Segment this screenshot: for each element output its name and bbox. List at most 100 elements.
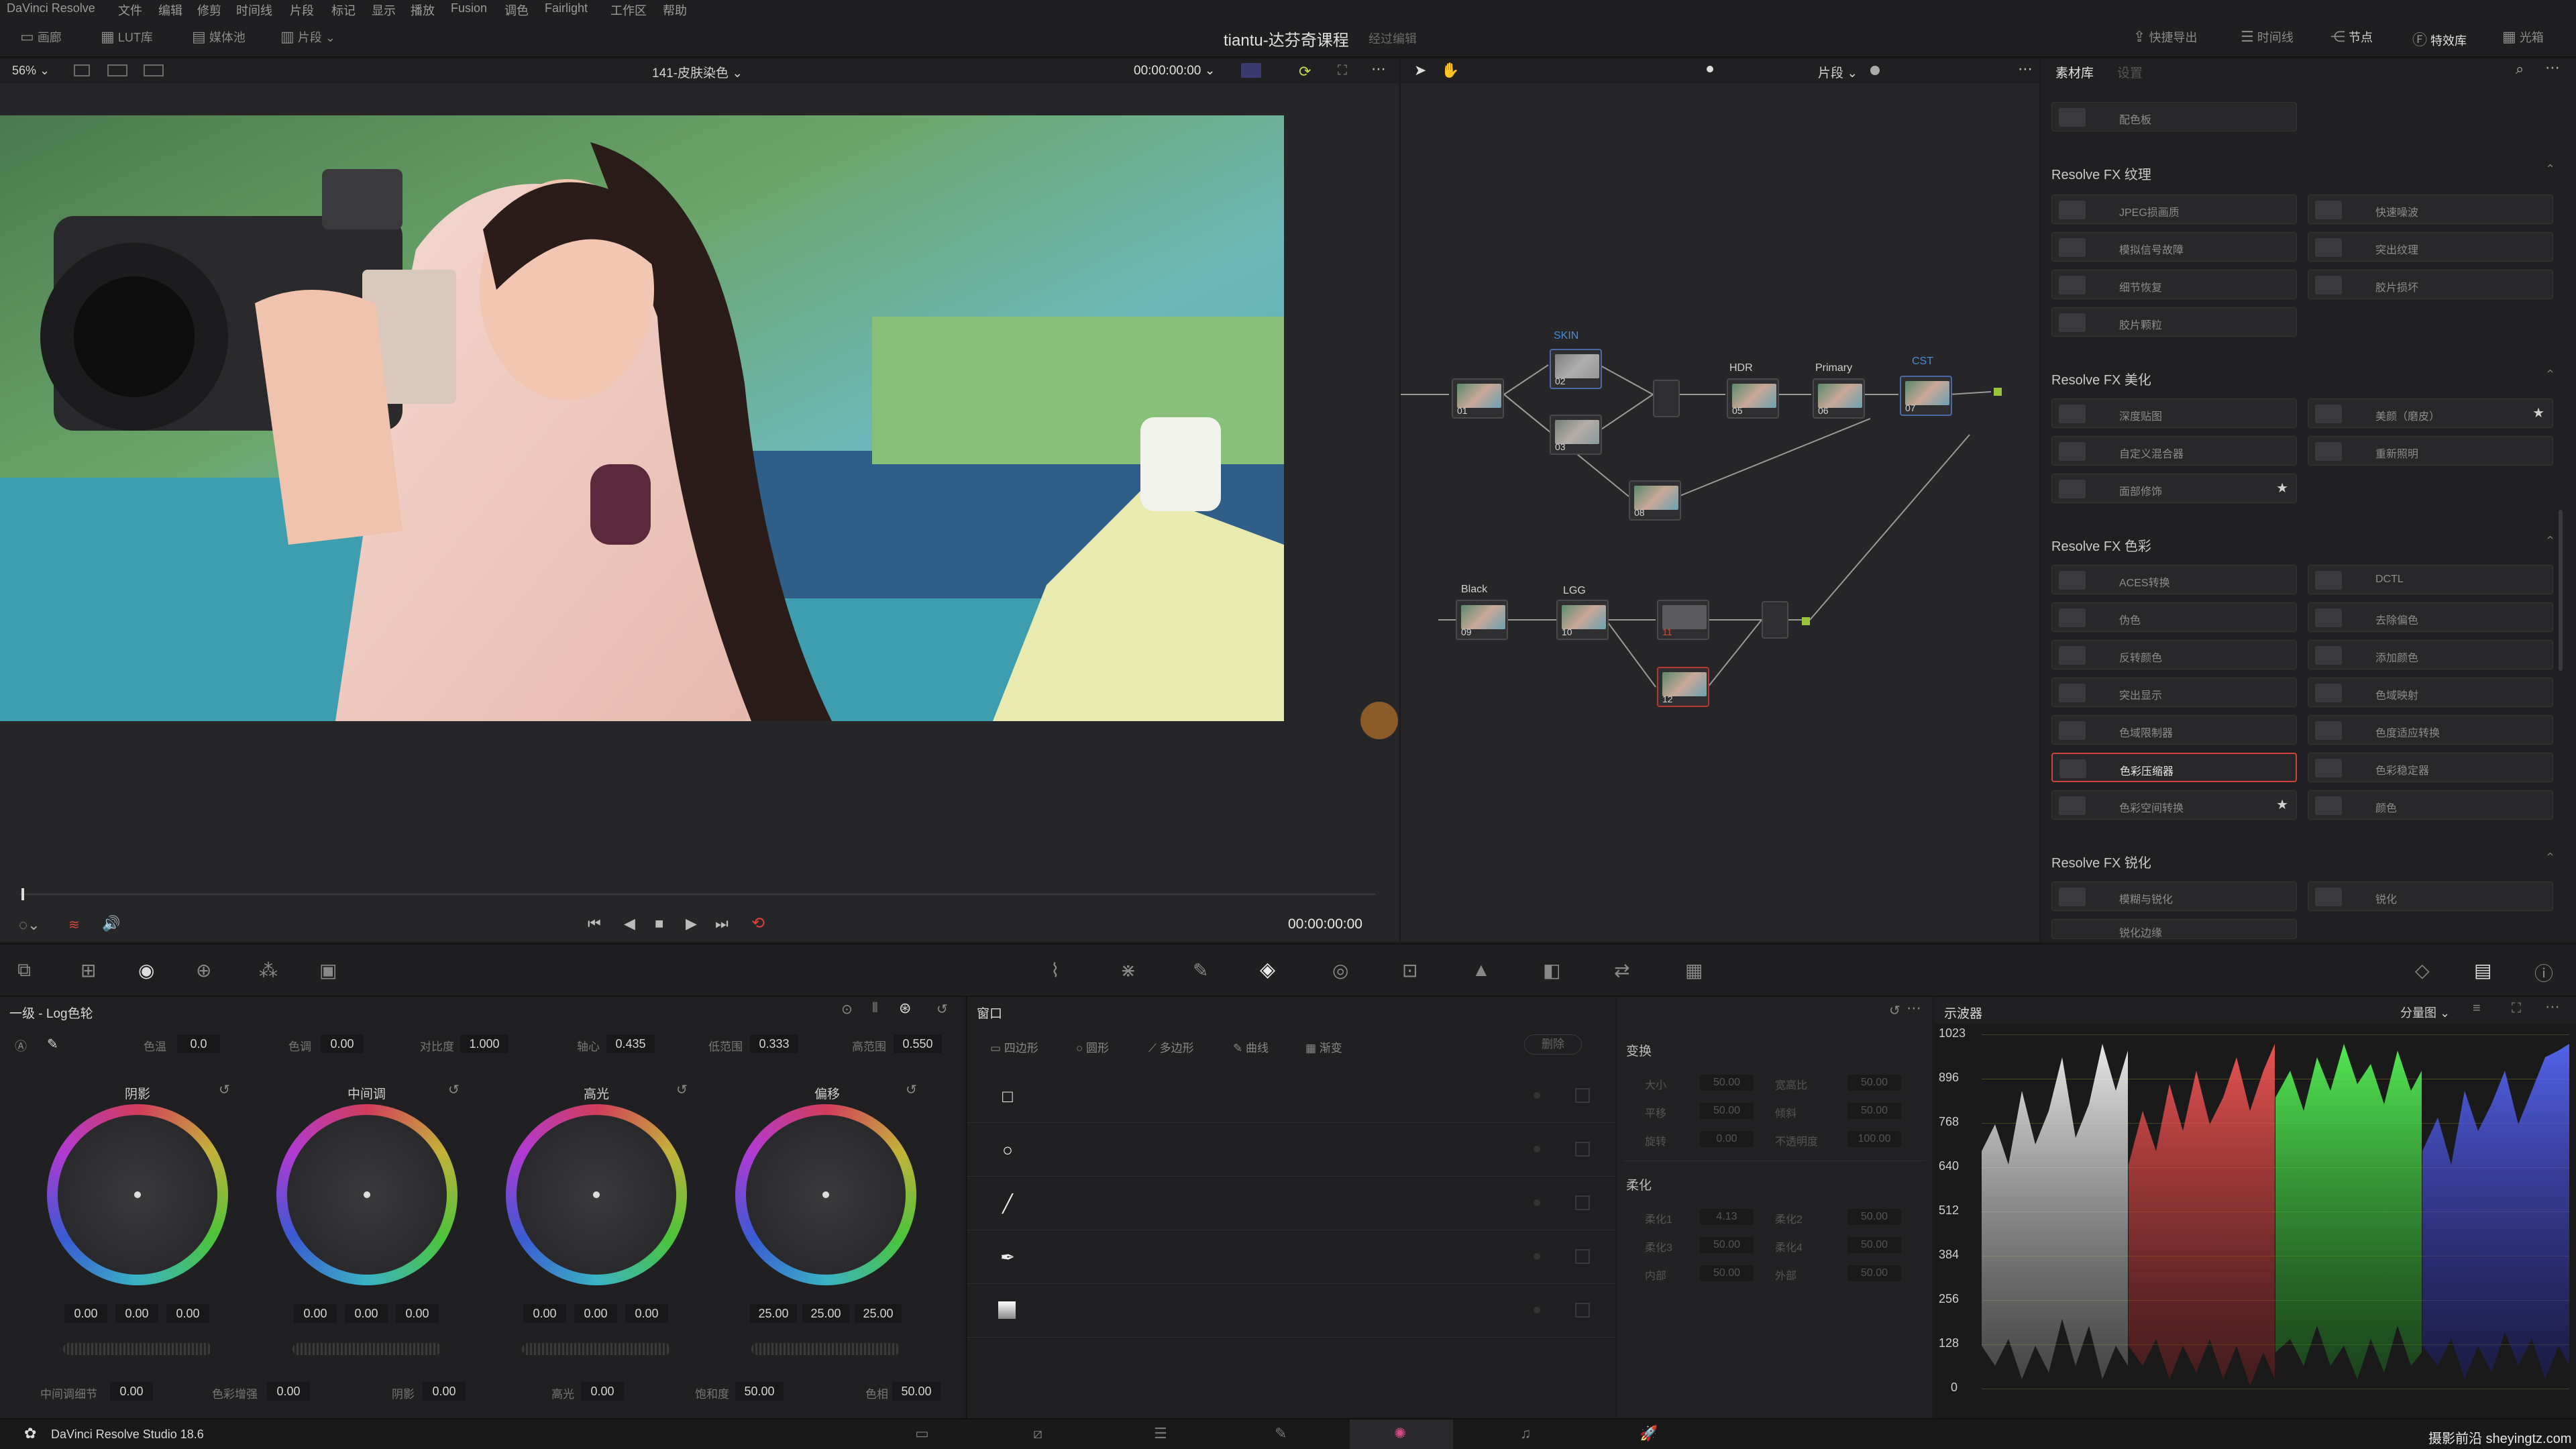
- parallel-mixer-node[interactable]: [1653, 380, 1680, 417]
- tab-library[interactable]: 素材库: [2055, 63, 2094, 81]
- midtone-wheel[interactable]: [276, 1104, 458, 1285]
- reset-icon[interactable]: ↺: [676, 1081, 688, 1098]
- node-10[interactable]: 10: [1556, 600, 1609, 640]
- scope-mode-select[interactable]: 分量图 ⌄: [2400, 1004, 2450, 1021]
- highlight-g[interactable]: 0.00: [574, 1304, 617, 1323]
- temp-field[interactable]: 0.0: [177, 1034, 220, 1053]
- menu-mark[interactable]: 标记: [331, 1, 356, 19]
- lut-button[interactable]: ▦ LUT库: [101, 28, 153, 46]
- favorite-star-icon[interactable]: ★: [2532, 405, 2544, 421]
- tilt-field[interactable]: 50.00: [1847, 1103, 1901, 1119]
- single-view-icon[interactable]: [74, 64, 90, 76]
- offset-g[interactable]: 25.00: [802, 1304, 849, 1323]
- fx-item[interactable]: DCTL: [2308, 565, 2553, 594]
- info-icon[interactable]: ⓘ: [2534, 959, 2553, 986]
- tool-circle[interactable]: ○ 圆形: [1076, 1038, 1109, 1055]
- split-view-icon[interactable]: [107, 64, 127, 76]
- high-range-field[interactable]: 0.550: [894, 1034, 942, 1053]
- fx-item[interactable]: 突出纹理: [2308, 232, 2553, 262]
- fx-item[interactable]: 色度适应转换: [2308, 715, 2553, 745]
- aspect-field[interactable]: 50.00: [1847, 1075, 1901, 1091]
- window-checkbox[interactable]: [1575, 1249, 1590, 1264]
- offset-wheel[interactable]: [735, 1104, 916, 1285]
- clips-button[interactable]: ▥ 片段 ⌄: [280, 28, 335, 46]
- menu-view[interactable]: 显示: [372, 1, 396, 19]
- window-checkbox[interactable]: [1575, 1195, 1590, 1210]
- fx-item-selected[interactable]: 色彩压缩器: [2051, 753, 2297, 782]
- fx-item[interactable]: 色域映射: [2308, 678, 2553, 707]
- auto-balance-icon[interactable]: Ⓐ: [15, 1037, 27, 1055]
- shadows-field[interactable]: 0.00: [423, 1382, 466, 1401]
- midtone-r[interactable]: 0.00: [294, 1304, 337, 1323]
- fx-scrollbar[interactable]: [2559, 510, 2563, 671]
- loop-playback-icon[interactable]: ⟲: [751, 914, 765, 933]
- viewer-more-icon[interactable]: ⋯: [1371, 60, 1386, 78]
- node-12[interactable]: 12: [1657, 667, 1709, 707]
- fx-item[interactable]: JPEG损画质: [2051, 195, 2297, 224]
- shadow-wheel[interactable]: [47, 1104, 228, 1285]
- fx-item[interactable]: 快速噪波: [2308, 195, 2553, 224]
- page-deliver-icon[interactable]: 🚀: [1640, 1425, 1658, 1442]
- window-row-line[interactable]: ╱: [966, 1177, 1615, 1230]
- sizing-icon[interactable]: ⇄: [1614, 959, 1629, 981]
- app-menu[interactable]: DaVinci Resolve: [7, 1, 95, 15]
- lightbox-toggle-icon[interactable]: ◇: [2415, 959, 2430, 981]
- color-warper-icon[interactable]: ⋇: [1120, 959, 1136, 981]
- tool-curve[interactable]: ✎ 曲线: [1233, 1038, 1269, 1055]
- scope-settings-icon[interactable]: ≡: [2473, 1001, 2481, 1016]
- node-06[interactable]: 06: [1813, 378, 1865, 419]
- window-row-square[interactable]: □: [966, 1069, 1615, 1123]
- highlights-field[interactable]: 0.00: [581, 1382, 624, 1401]
- fx-item[interactable]: 重新照明: [2308, 436, 2553, 466]
- window-row-pen[interactable]: ✒: [966, 1230, 1615, 1284]
- shadow-r[interactable]: 0.00: [64, 1304, 107, 1323]
- midtone-master-slider[interactable]: [292, 1343, 441, 1355]
- clip-name-select[interactable]: 141-皮肤染色 ⌄: [652, 63, 743, 81]
- node-07[interactable]: 07: [1900, 376, 1952, 416]
- timeline-button[interactable]: ☰ 时间线: [2241, 28, 2294, 46]
- scope-expand-icon[interactable]: ⛶: [2512, 1001, 2521, 1016]
- hue-field[interactable]: 50.00: [892, 1382, 941, 1401]
- key-icon[interactable]: ◧: [1543, 959, 1560, 981]
- tracker-icon[interactable]: ◎: [1332, 959, 1348, 981]
- mode-toggle-icon[interactable]: ⊙: [841, 1001, 853, 1018]
- window-icon[interactable]: ◈: [1260, 958, 1275, 981]
- stop-icon[interactable]: ■: [655, 915, 663, 932]
- motion-effects-icon[interactable]: ▣: [319, 959, 337, 981]
- fx-item[interactable]: 色彩空间转换 ★: [2051, 790, 2297, 820]
- effects-button[interactable]: Ⓕ 特效库: [2412, 28, 2467, 50]
- node-05[interactable]: 05: [1727, 378, 1779, 419]
- tool-polygon[interactable]: ⟋ 多边形: [1148, 1038, 1194, 1055]
- blur-icon[interactable]: ▲: [1472, 959, 1491, 981]
- fx-item[interactable]: 胶片颗粒: [2051, 307, 2297, 337]
- offset-b[interactable]: 25.00: [855, 1304, 902, 1323]
- color-match-icon[interactable]: ⊞: [80, 959, 96, 981]
- lightbox-button[interactable]: ▦ 光箱: [2502, 28, 2544, 46]
- window-checkbox[interactable]: [1575, 1303, 1590, 1318]
- scope-more-icon[interactable]: ⋯: [2545, 998, 2560, 1016]
- shadow-master-slider[interactable]: [63, 1343, 212, 1355]
- reset-icon[interactable]: ↺: [219, 1081, 230, 1098]
- soft4-field[interactable]: 50.00: [1847, 1237, 1901, 1253]
- nodes-button[interactable]: ⋲ 节点: [2330, 28, 2373, 46]
- node-slider-knob[interactable]: [1870, 66, 1880, 75]
- viewer-image[interactable]: [0, 115, 1284, 721]
- offset-r[interactable]: 25.00: [750, 1304, 797, 1323]
- media-pool-button[interactable]: ▤ 媒体池: [192, 28, 246, 46]
- window-checkbox[interactable]: [1575, 1088, 1590, 1103]
- step-back-icon[interactable]: ◀: [624, 915, 635, 932]
- delete-window-button[interactable]: 删除: [1524, 1034, 1582, 1055]
- fx-item[interactable]: 去除偏色: [2308, 602, 2553, 632]
- menu-playback[interactable]: 播放: [411, 1, 435, 19]
- menu-edit[interactable]: 编辑: [158, 1, 182, 19]
- window-reset-icon[interactable]: ↺: [1889, 1002, 1900, 1019]
- fx-item[interactable]: 美颜（磨皮） ★: [2308, 398, 2553, 428]
- tool-quad[interactable]: ▭ 四边形: [990, 1038, 1038, 1055]
- 3d-icon[interactable]: ▦: [1685, 959, 1703, 981]
- menu-fairlight[interactable]: Fairlight: [545, 1, 588, 15]
- menu-help[interactable]: 帮助: [663, 1, 687, 19]
- curves-icon[interactable]: ⌇: [1051, 959, 1060, 981]
- gallery-button[interactable]: ▭ 画廊: [20, 28, 62, 46]
- soft1-field[interactable]: 4.13: [1700, 1209, 1754, 1225]
- rgb-mixer-icon[interactable]: ⁂: [259, 959, 278, 981]
